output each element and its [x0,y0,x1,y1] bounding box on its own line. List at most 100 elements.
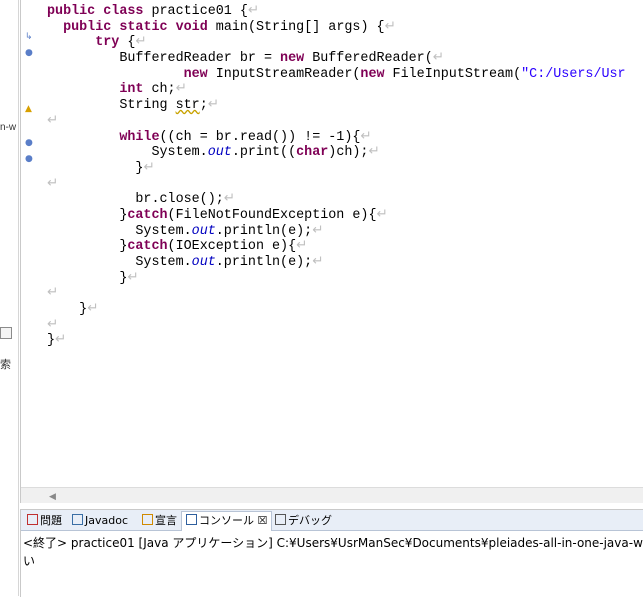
left-strip-bottom-label: 索 [0,359,11,371]
code-line[interactable]: }catch(FileNotFoundException e){↵ [47,208,643,224]
code-line[interactable]: }↵ [47,271,643,287]
code-token: { [119,35,136,51]
left-strip-top-label: n-w [0,122,17,133]
code-token: String [47,98,176,114]
tab-label: Javadoc [85,514,128,527]
code-line[interactable]: while((ch = br.read()) != -1){↵ [47,130,643,146]
code-token: out [191,255,216,270]
tab-label: コンソール ☒ [199,514,268,527]
code-token: new [280,51,305,67]
code-token: (FileNotFoundException e){ [167,207,377,223]
tab-label: 宣言 [155,514,177,527]
code-token: } [47,333,56,349]
code-token: practice01 { [143,4,248,19]
line-end-marker: ↵ [143,160,155,176]
code-line[interactable]: ↵ [47,318,643,334]
problems-icon [27,514,38,525]
tab-debug[interactable]: デバッグ [271,512,336,529]
code-token: while [119,129,160,145]
console-icon [186,514,197,525]
override-marker-icon[interactable]: ↳ [25,32,33,42]
code-token: int [119,82,144,98]
code-line[interactable]: String str;↵ [47,98,643,114]
code-token: str [175,98,200,114]
javadoc-icon [72,514,83,525]
console-status-line: <終了> practice01 [Java アプリケーション] C:¥Users… [23,536,643,550]
bottom-tab-bar: 問題 Javadoc 宣言 コンソール ☒ デバッグ [21,510,643,531]
code-token: .println(e); [215,223,313,239]
code-token: (IOException e){ [167,239,297,255]
line-end-marker: ↵ [384,19,396,35]
code-token: public [47,4,96,19]
code-line[interactable]: }↵ [47,161,643,177]
code-line[interactable]: ↵ [47,114,643,130]
restore-icon[interactable] [0,327,12,339]
tab-javadoc[interactable]: Javadoc [68,512,132,529]
marker-dot-icon[interactable]: ● [25,154,33,164]
tab-declaration[interactable]: 宣言 [138,512,181,529]
line-end-marker: ↵ [47,176,59,192]
code-line[interactable]: System.out.print((char)ch);↵ [47,145,643,161]
line-end-marker: ↵ [312,223,324,239]
line-end-marker: ↵ [47,286,59,302]
line-end-marker: ↵ [432,51,444,67]
line-end-marker: ↵ [247,4,260,19]
line-end-marker: ↵ [296,239,308,255]
code-line[interactable]: new InputStreamReader(new FileInputStrea… [47,67,643,83]
code-line[interactable]: public static void main(String[] args) {… [47,20,643,36]
code-token: class [103,4,144,19]
code-token: } [47,160,144,176]
code-line[interactable]: public class practice01 {↵ [47,4,643,20]
code-token: ch; [143,82,176,98]
code-token: char [296,145,329,161]
code-token: System. [47,255,192,270]
tab-problems[interactable]: 問題 [23,512,66,529]
code-line[interactable]: ↵ [47,286,643,302]
console-panel: 問題 Javadoc 宣言 コンソール ☒ デバッグ <終了> practice01 [… [20,509,643,597]
line-end-marker: ↵ [127,270,139,286]
declaration-icon [142,514,153,525]
code-token: out [191,223,216,239]
tab-label: デバッグ [288,514,332,527]
horizontal-scrollbar[interactable]: ◀ [21,487,643,503]
code-token: InputStreamReader( [207,66,361,82]
line-end-marker: ↵ [207,98,219,114]
console-output[interactable]: い [23,552,35,569]
code-line[interactable]: BufferedReader br = new BufferedReader(↵ [47,51,643,67]
code-token: catch [127,239,168,255]
tab-console[interactable]: コンソール ☒ [181,511,273,531]
code-token: catch [127,207,168,223]
code-line[interactable]: }catch(IOException e){↵ [47,239,643,255]
code-token: main(String[] args) { [207,19,385,35]
scroll-left-icon[interactable]: ◀ [49,491,56,502]
code-token: System. [47,145,208,161]
line-end-marker: ↵ [135,35,147,51]
code-token: try [95,35,120,51]
breakpoint-marker-icon[interactable]: ● [25,48,33,58]
line-end-marker: ↵ [223,192,236,208]
code-editor[interactable]: ↳ ● ▲ ● ● public class practice01 {↵ pub… [20,0,643,503]
line-end-marker: ↵ [87,302,99,318]
tab-label: 問題 [40,514,62,527]
warning-marker-icon[interactable]: ▲ [25,104,32,114]
line-end-marker: ↵ [312,255,324,270]
code-line[interactable]: }↵ [47,333,643,349]
code-line[interactable]: try {↵ [47,35,643,51]
editor-ruler: ↳ ● ▲ ● ● [21,0,43,503]
code-line[interactable]: System.out.println(e);↵ [47,224,643,240]
code-line[interactable]: ↵ [47,177,643,193]
code-line[interactable]: }↵ [47,302,643,318]
code-token: FileInputStream( [384,66,522,82]
code-text-area[interactable]: public class practice01 {↵ public static… [47,0,643,487]
code-token: .print(( [231,145,297,161]
code-line[interactable]: int ch;↵ [47,82,643,98]
marker-dot-icon[interactable]: ● [25,138,33,148]
code-token: new [183,66,208,82]
code-line[interactable]: System.out.println(e);↵ [47,255,643,271]
code-line[interactable]: br.close();↵ [47,192,643,208]
